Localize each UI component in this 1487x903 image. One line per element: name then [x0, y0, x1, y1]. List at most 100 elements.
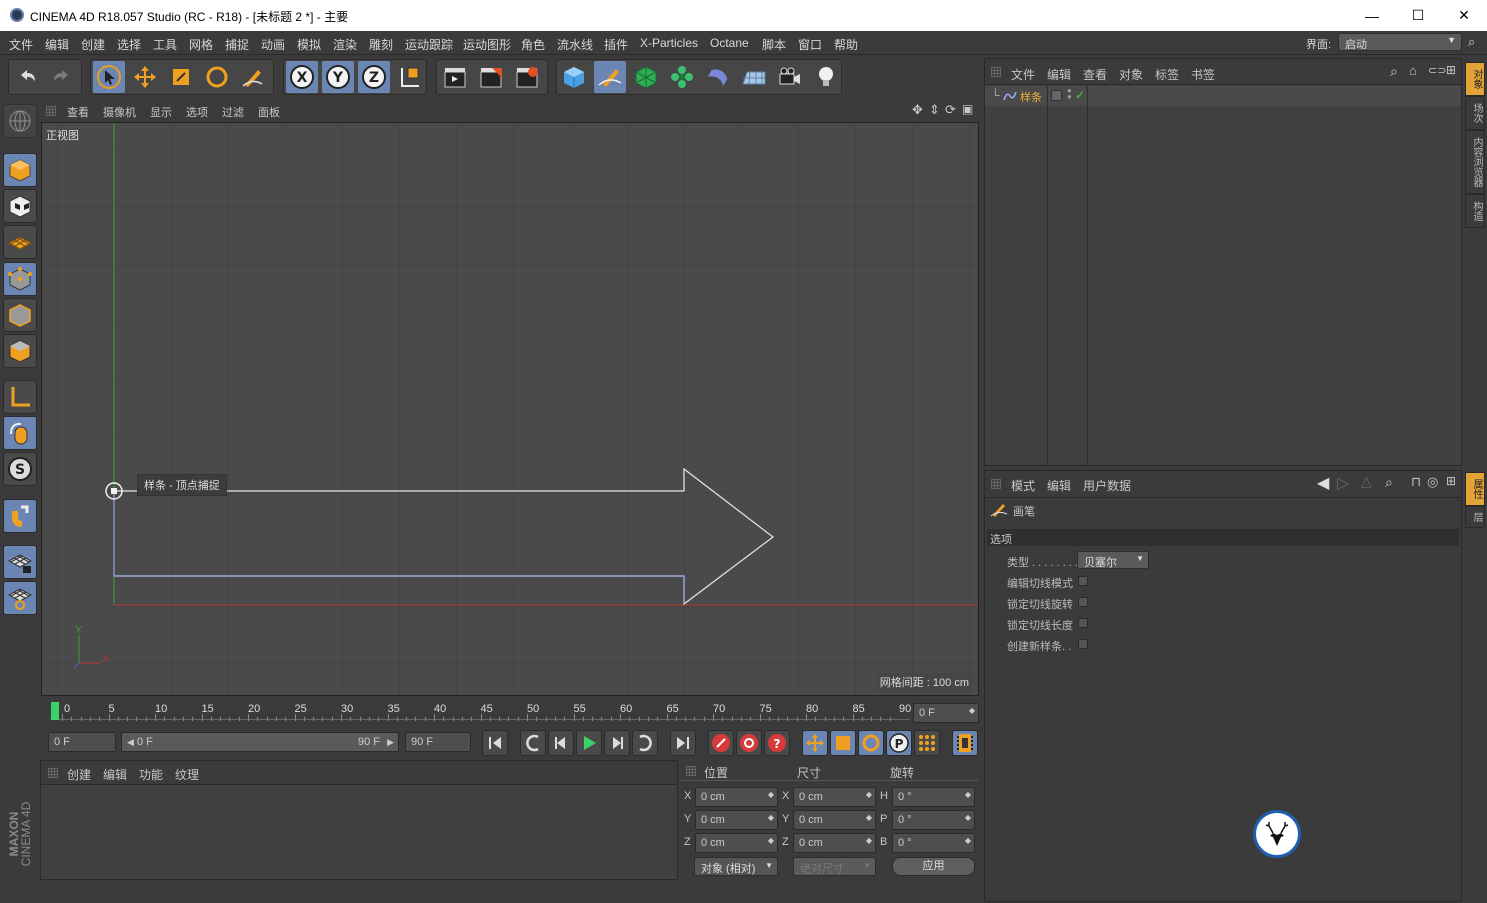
tab-takes[interactable]: 场次: [1465, 96, 1485, 130]
render-settings-button[interactable]: [511, 61, 543, 93]
menu-xparticles[interactable]: X-Particles: [640, 36, 698, 50]
visibility-dots-icon[interactable]: ● ●: [1067, 87, 1072, 101]
menu-edit[interactable]: 编辑: [45, 36, 69, 53]
attr-menu-userdata[interactable]: 用户数据: [1083, 477, 1131, 494]
search-icon[interactable]: ⌕: [1385, 474, 1393, 491]
end-frame-field[interactable]: 90 F: [405, 732, 471, 752]
edges-mode-button[interactable]: [3, 298, 37, 332]
close-button[interactable]: ✕: [1441, 0, 1487, 31]
pos-y-field[interactable]: 0 cm ◆: [695, 810, 778, 830]
key-parameter-button[interactable]: P: [886, 730, 912, 756]
up-arrow-icon[interactable]: △: [1361, 473, 1372, 490]
pan-icon[interactable]: ✥: [912, 102, 923, 118]
planar-workplane-button[interactable]: [3, 581, 37, 615]
new-window-icon[interactable]: ⊞: [1446, 474, 1456, 488]
viewport-menu-options[interactable]: 选项: [186, 104, 208, 120]
timeline[interactable]: 0 5 10 15 20 25 30 35 40 45 50 55 60 65 70 75 80 85 90 0 F…: [40, 700, 980, 728]
workplane-mode-button[interactable]: [3, 225, 37, 259]
spline-pen-button[interactable]: [594, 61, 626, 93]
option-edit-tangent-checkbox[interactable]: [1078, 576, 1088, 586]
axis-mode-button[interactable]: [3, 380, 37, 414]
prev-key-button[interactable]: [520, 730, 546, 756]
option-lock-length-checkbox[interactable]: [1078, 618, 1088, 628]
subdivision-surface-button[interactable]: [630, 61, 662, 93]
menu-motion-tracking[interactable]: 运动跟踪: [405, 36, 453, 53]
record-button[interactable]: [708, 730, 734, 756]
coord-mode-dropdown[interactable]: 对象 (相对) ▼: [694, 857, 778, 876]
object-menu-edit[interactable]: 编辑: [1047, 66, 1071, 83]
keyframe-selection-button[interactable]: ?: [764, 730, 790, 756]
menu-create[interactable]: 创建: [81, 36, 105, 53]
viewport-canvas[interactable]: [42, 123, 979, 696]
points-mode-button[interactable]: [3, 262, 37, 296]
zoom-icon[interactable]: ⇕: [929, 102, 940, 118]
tab-layers[interactable]: 层: [1465, 506, 1485, 528]
material-menu-edit[interactable]: 编辑: [103, 766, 127, 783]
viewport-menu-camera[interactable]: 摄像机: [103, 104, 136, 120]
camera-button[interactable]: [774, 61, 806, 93]
new-window-icon[interactable]: ⊞: [1446, 63, 1456, 77]
play-button[interactable]: [576, 730, 602, 756]
home-icon[interactable]: ⌂: [1409, 63, 1417, 78]
minimize-button[interactable]: —: [1349, 0, 1395, 31]
object-manager[interactable]: 文件 编辑 查看 对象 标签 书签 ⌕ ⌂ ⊂⊃ ⊞ └ 样条 ● ● ✓: [984, 58, 1462, 466]
texture-mode-button[interactable]: [3, 189, 37, 223]
tab-structure[interactable]: 构造: [1465, 194, 1485, 228]
deformer-button[interactable]: [702, 61, 734, 93]
material-menu-create[interactable]: 创建: [67, 766, 91, 783]
menu-character[interactable]: 角色: [521, 36, 545, 53]
target-icon[interactable]: ◎: [1427, 474, 1438, 490]
maximize-button[interactable]: ☐: [1395, 0, 1441, 31]
z-axis-lock-button[interactable]: Z: [358, 61, 390, 93]
timeline-editor-button[interactable]: [952, 730, 978, 756]
menu-sculpt[interactable]: 雕刻: [369, 36, 393, 53]
forward-arrow-icon[interactable]: ▷: [1337, 473, 1349, 493]
y-axis-lock-button[interactable]: Y: [322, 61, 354, 93]
lock-icon[interactable]: ⊓: [1411, 474, 1421, 490]
orbit-icon[interactable]: ⟳: [945, 102, 956, 118]
undo-button[interactable]: [11, 61, 43, 93]
next-frame-button[interactable]: [604, 730, 630, 756]
live-selection-button[interactable]: [93, 61, 125, 93]
option-lock-rotation-checkbox[interactable]: [1078, 597, 1088, 607]
timeline-playhead[interactable]: [51, 702, 59, 720]
viewport-front[interactable]: 正视图 样条 - 顶点捕捉 Y X 网格间距 : 100 cm: [41, 122, 979, 696]
viewport-menu-panel[interactable]: 面板: [258, 104, 280, 120]
attr-menu-mode[interactable]: 模式: [1011, 477, 1035, 494]
menu-select[interactable]: 选择: [117, 36, 141, 53]
attr-menu-edit[interactable]: 编辑: [1047, 477, 1071, 494]
render-view-button[interactable]: [439, 61, 471, 93]
key-rotation-button[interactable]: [858, 730, 884, 756]
attribute-manager[interactable]: 模式 编辑 用户数据 ◀ ▷ △ ⌕ ⊓ ◎ ⊞ 画笔 选项 类型 . . . …: [984, 470, 1462, 902]
redo-button[interactable]: [46, 61, 78, 93]
tweak-mode-button[interactable]: [3, 416, 37, 450]
menu-animate[interactable]: 动画: [261, 36, 285, 53]
snap-button[interactable]: [3, 499, 37, 533]
menu-mesh[interactable]: 网格: [189, 36, 213, 53]
key-scale-button[interactable]: [830, 730, 856, 756]
size-mode-dropdown[interactable]: 绝对尺寸 ▼: [793, 857, 876, 876]
size-z-field[interactable]: 0 cm ◆: [793, 833, 876, 853]
menu-snap[interactable]: 捕捉: [225, 36, 249, 53]
size-y-field[interactable]: 0 cm ◆: [793, 810, 876, 830]
frame-range-slider[interactable]: ◀ 0 F 90 F ▶: [121, 732, 399, 752]
material-manager[interactable]: 创建 编辑 功能 纹理: [40, 760, 678, 880]
goto-end-button[interactable]: [670, 730, 696, 756]
object-menu-file[interactable]: 文件: [1011, 66, 1035, 83]
option-new-spline-checkbox[interactable]: [1078, 639, 1088, 649]
menu-render[interactable]: 渲染: [333, 36, 357, 53]
current-frame-field[interactable]: 0 F ◆: [913, 703, 979, 723]
options-section-header[interactable]: 选项: [987, 529, 1459, 546]
viewport-menu-display[interactable]: 显示: [150, 104, 172, 120]
cloner-button[interactable]: [666, 61, 698, 93]
menu-octane[interactable]: Octane: [710, 36, 749, 50]
model-mode-button[interactable]: [3, 153, 37, 187]
pos-z-field[interactable]: 0 cm ◆: [695, 833, 778, 853]
goto-start-button[interactable]: [482, 730, 508, 756]
viewport-menu-view[interactable]: 查看: [67, 104, 89, 120]
menu-pipeline[interactable]: 流水线: [557, 36, 593, 53]
rot-b-field[interactable]: 0 ° ◆: [892, 833, 975, 853]
menu-tools[interactable]: 工具: [153, 36, 177, 53]
viewport-menu-filter[interactable]: 过滤: [222, 104, 244, 120]
key-pla-button[interactable]: [914, 730, 940, 756]
